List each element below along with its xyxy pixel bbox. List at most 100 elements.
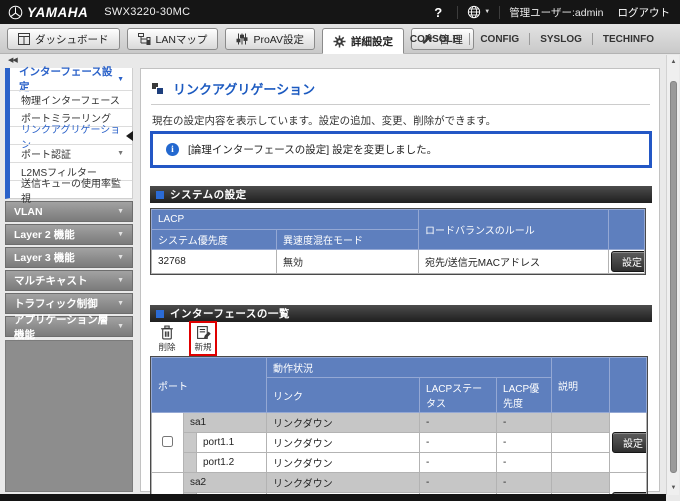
delete-button[interactable]: 削除 — [153, 321, 181, 356]
techinfo-link[interactable]: TECHINFO — [593, 34, 664, 45]
separator — [499, 5, 501, 19]
sidebar-group-label: VLAN — [14, 205, 43, 218]
description-cell — [551, 472, 611, 493]
sidebar-section-interface-settings[interactable]: インターフェース設定 ▼ — [10, 66, 132, 93]
table-row-port1-2: port1.2 リンクダウン - - — [152, 452, 647, 473]
console-link[interactable]: CONSOLE — [400, 34, 469, 45]
gear-icon — [333, 35, 346, 48]
vertical-scrollbar[interactable]: ▲ ▼ — [666, 55, 679, 495]
info-icon: i — [166, 143, 179, 156]
section-bullet-icon — [156, 190, 164, 199]
chevron-down-icon: ▼ — [117, 150, 124, 157]
mixed-speed-mode-value: 無効 — [276, 249, 419, 274]
dashboard-icon — [18, 33, 30, 45]
port-name: sa1 — [182, 412, 268, 433]
sidebar-group-layer3[interactable]: Layer 3 機能 ▼ — [5, 247, 133, 268]
selected-item-arrow — [126, 130, 133, 141]
interface-list-section-header: インターフェースの一覧 — [150, 305, 652, 322]
section-bullet-icon — [156, 309, 164, 318]
chevron-down-icon: ▼ — [117, 277, 124, 284]
col-header-lacp: LACP — [151, 209, 419, 230]
col-header-actions — [608, 209, 645, 250]
main-tab-bar: ダッシュボード LANマップ ProAV設定 詳細設定 管 理 CONSOLE … — [0, 24, 680, 54]
loadbalance-rule-value: 宛先/送信元MACアドレス — [418, 249, 609, 274]
tab-dashboard[interactable]: ダッシュボード — [7, 28, 120, 50]
section-title: インターフェースの一覧 — [170, 308, 290, 320]
col-header-loadbalance: ロードバランスのルール — [418, 209, 609, 250]
page-title: リンクアグリゲーション — [173, 82, 316, 97]
lacp-priority: - — [496, 452, 553, 473]
system-settings-section-header: システムの設定 — [150, 186, 652, 203]
help-button[interactable]: ? — [428, 5, 448, 20]
logout-button[interactable]: ログアウト — [618, 5, 671, 20]
divider — [151, 104, 650, 105]
new-button[interactable]: 新規 — [189, 321, 217, 356]
tab-label: LANマップ — [155, 33, 208, 46]
sidebar-item-physical-interface[interactable]: 物理インターフェース — [10, 90, 132, 108]
col-header-lacp-status: LACPステータス — [419, 377, 498, 413]
system-settings-button[interactable]: 設定 — [611, 251, 644, 272]
sidebar-item-port-authentication[interactable]: ポート認証 ▼ — [10, 144, 132, 162]
col-header-actions — [609, 357, 647, 413]
chevron-down-icon: ▼ — [117, 254, 124, 261]
yamaha-logo: YAMAHA — [8, 5, 88, 20]
sidebar-group-layer2[interactable]: Layer 2 機能 ▼ — [5, 224, 133, 245]
lacp-status: - — [419, 432, 498, 453]
section-title: システムの設定 — [170, 189, 247, 201]
page-description: 現在の設定内容を表示しています。設定の追加、変更、削除ができます。 — [152, 115, 497, 127]
description-cell — [551, 432, 611, 453]
indent-cell — [183, 452, 197, 473]
notification-text: [論理インターフェースの設定] 設定を変更しました。 — [188, 144, 438, 156]
scroll-down-arrow[interactable]: ▼ — [667, 482, 680, 494]
sidebar-collapse-icon[interactable]: ◀◀ — [8, 56, 18, 64]
select-sa1-checkbox[interactable] — [162, 435, 173, 447]
language-selector[interactable]: ▼ — [467, 5, 490, 19]
yamaha-tuning-fork-icon — [8, 5, 23, 20]
tab-detailed-settings[interactable]: 詳細設定 — [322, 28, 405, 54]
lan-map-icon — [137, 33, 151, 45]
tab-lan-map[interactable]: LANマップ — [126, 28, 219, 50]
sidebar-group-multicast[interactable]: マルチキャスト ▼ — [5, 270, 133, 291]
system-settings-row: 32768 無効 宛先/送信元MACアドレス 設定 — [151, 249, 645, 274]
sa1-settings-button[interactable]: 設定 — [612, 432, 646, 453]
lacp-priority: - — [496, 472, 553, 493]
chevron-down-icon: ▼ — [117, 300, 124, 307]
col-header-port: ポート — [150, 357, 268, 413]
port-name: port1.2 — [195, 452, 268, 473]
tab-label: ダッシュボード — [35, 33, 109, 46]
link-status: リンクダウン — [266, 412, 421, 433]
interface-list-table: ポート 動作状況 説明 リンク LACPステータス LACP優先度 sa1 リン… — [150, 356, 648, 501]
sidebar-group-application-layer[interactable]: アプリケーション層機能 ▼ — [5, 314, 133, 341]
system-priority-value: 32768 — [151, 249, 277, 274]
sidebar-item-link-aggregation[interactable]: リンクアグリゲーション — [10, 125, 133, 151]
model-name: SWX3220-30MC — [104, 6, 191, 18]
col-header-system-priority: システム優先度 — [151, 229, 277, 250]
tab-label: 詳細設定 — [351, 35, 394, 48]
sidebar-item-label: 送信キューの使用率監視 — [21, 178, 121, 205]
bottom-bar — [0, 494, 666, 501]
notification-box: i [論理インターフェースの設定] 設定を変更しました。 — [150, 131, 652, 168]
config-link[interactable]: CONFIG — [470, 34, 529, 45]
table-row-sa1: sa1 リンクダウン - - 設定 — [151, 412, 647, 473]
chevron-down-icon: ▼ — [117, 323, 124, 330]
sidebar-group-label: マルチキャスト — [14, 275, 88, 287]
col-header-lacp-priority: LACP優先度 — [496, 377, 553, 413]
lacp-status: - — [419, 452, 498, 473]
sidebar-item-tx-queue-monitor[interactable]: 送信キューの使用率監視 — [10, 179, 132, 205]
logged-in-user: 管理ユーザー:admin — [509, 6, 604, 19]
table-row-sa2: sa2 リンクダウン - - 設定 — [151, 472, 647, 501]
scroll-up-arrow[interactable]: ▲ — [667, 56, 680, 68]
scrollbar-thumb[interactable] — [670, 81, 677, 473]
sidebar-group-label: Layer 2 機能 — [14, 229, 75, 241]
delete-label: 削除 — [158, 342, 176, 352]
page-title-icon — [152, 82, 165, 95]
main-content-panel: リンクアグリゲーション 現在の設定内容を表示しています。設定の追加、変更、削除が… — [140, 68, 660, 501]
tab-proav-settings[interactable]: ProAV設定 — [225, 28, 316, 50]
chevron-down-icon: ▼ — [117, 75, 124, 83]
syslog-link[interactable]: SYSLOG — [530, 34, 592, 45]
port-name: sa2 — [182, 472, 268, 493]
sidebar-group-label: アプリケーション層機能 — [14, 313, 109, 341]
tab-label: ProAV設定 — [253, 33, 305, 46]
separator — [457, 5, 459, 19]
sidebar-item-label: 物理インターフェース — [21, 96, 120, 107]
